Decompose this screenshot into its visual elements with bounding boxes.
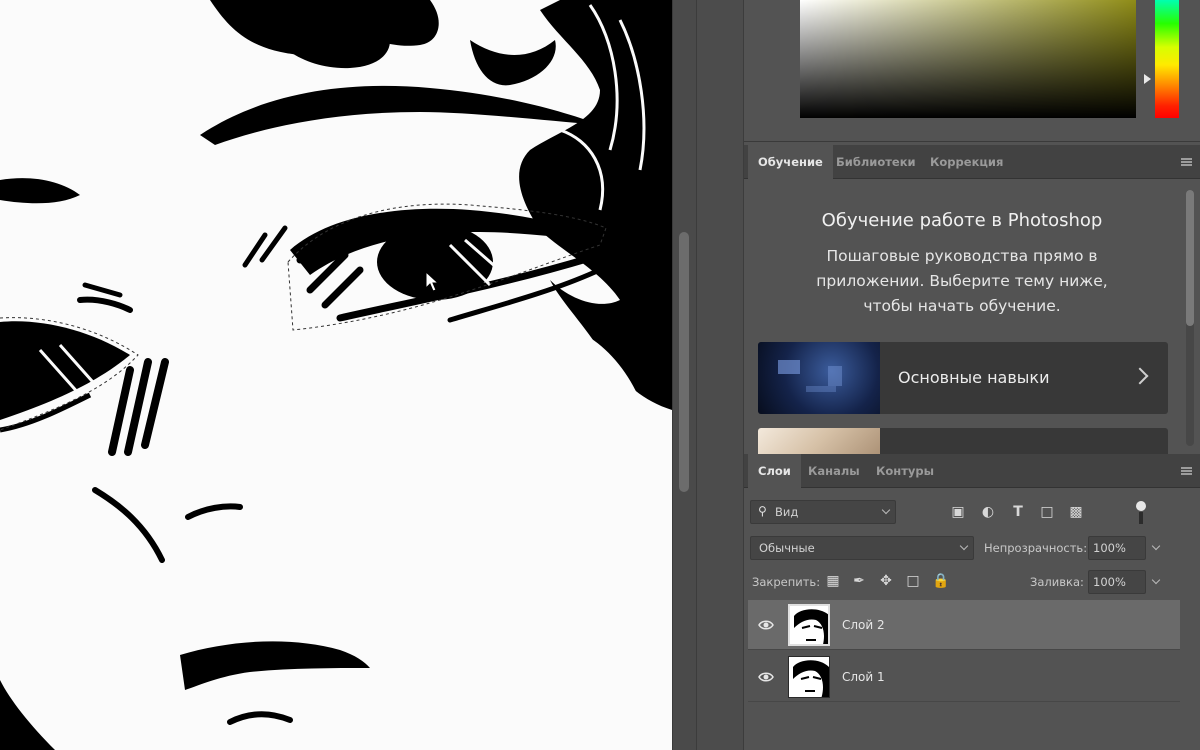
layer-name[interactable]: Слой 2	[842, 600, 885, 650]
lock-label: Закрепить:	[752, 575, 821, 589]
chevron-down-icon[interactable]	[1151, 541, 1161, 551]
course-thumbnail	[758, 428, 880, 454]
fill-input[interactable]: 100%	[1088, 570, 1161, 594]
search-icon: ⚲	[758, 504, 767, 518]
layer-filter-dropdown[interactable]: ⚲ Вид	[750, 500, 896, 524]
course-thumbnail	[758, 342, 880, 414]
tab-layers[interactable]: Слои	[748, 454, 801, 488]
chevron-down-icon	[959, 541, 969, 551]
adjustment-filter-icon[interactable]: ◐	[979, 503, 997, 521]
blend-mode-value: Обычные	[759, 541, 815, 555]
chevron-right-icon	[1131, 367, 1149, 385]
opacity-label: Непрозрачность:	[984, 541, 1088, 555]
collapsed-panel-dock	[696, 0, 744, 750]
tab-adjustments[interactable]: Коррекция	[920, 145, 1013, 179]
color-field[interactable]	[800, 0, 1136, 118]
tab-libraries[interactable]: Библиотеки	[826, 145, 926, 179]
image-filter-icon[interactable]: ▣	[949, 503, 967, 521]
document-canvas[interactable]	[0, 0, 672, 750]
filter-toggle-icon[interactable]	[1136, 501, 1146, 511]
manga-artwork	[0, 0, 672, 750]
layer-thumbnail	[788, 656, 830, 698]
opacity-value: 100%	[1093, 541, 1126, 555]
layer-name[interactable]: Слой 1	[842, 652, 885, 702]
hue-slider[interactable]	[1155, 0, 1179, 118]
panel-menu-icon[interactable]	[1181, 158, 1192, 166]
filter-toggle-track	[1139, 512, 1143, 524]
lock-all-icon[interactable]: 🔒	[932, 572, 950, 590]
color-panel	[744, 0, 1200, 142]
canvas-scrollbar-thumb[interactable]	[679, 232, 689, 492]
tab-learn[interactable]: Обучение	[748, 145, 833, 179]
layer-row[interactable]: Слой 2	[748, 600, 1180, 650]
course-card-next[interactable]	[758, 428, 1168, 454]
learn-scrollbar[interactable]	[1186, 190, 1194, 446]
learn-tabbar: Обучение Библиотеки Коррекция	[744, 145, 1200, 179]
shape-filter-icon[interactable]: □	[1038, 503, 1056, 521]
course-label: Основные навыки	[898, 368, 1050, 387]
learn-panel: Обучение работе в Photoshop Пошаговые ру…	[744, 184, 1200, 454]
eye-icon[interactable]	[758, 669, 774, 685]
right-panels: Обучение Библиотеки Коррекция Обучение р…	[744, 0, 1200, 750]
lock-transparent-icon[interactable]: ▦	[824, 572, 842, 590]
learn-description: Пошаговые руководства прямо в приложении…	[816, 247, 1108, 315]
opacity-input[interactable]: 100%	[1088, 536, 1161, 560]
type-filter-icon[interactable]: T	[1009, 503, 1027, 521]
panel-menu-icon[interactable]	[1181, 467, 1192, 475]
layer-row[interactable]: Слой 1	[748, 652, 1180, 702]
fill-label: Заливка:	[1030, 575, 1084, 589]
layers-panel: ⚲ Вид ▣ ◐ T □ ▩ Обычные Непрозрачность: …	[744, 488, 1200, 750]
tab-paths[interactable]: Контуры	[866, 454, 944, 488]
lock-position-icon[interactable]: ✥	[877, 572, 895, 590]
blend-mode-dropdown[interactable]: Обычные	[750, 536, 974, 560]
eye-icon[interactable]	[758, 617, 774, 633]
layer-filter-value: Вид	[775, 505, 799, 519]
course-card-basic-skills[interactable]: Основные навыки	[758, 342, 1168, 414]
learn-title: Обучение работе в Photoshop	[821, 210, 1103, 231]
hue-slider-handle[interactable]	[1144, 74, 1151, 84]
smart-object-filter-icon[interactable]: ▩	[1067, 503, 1085, 521]
canvas-scrollbar[interactable]	[672, 0, 696, 750]
learn-scrollbar-thumb[interactable]	[1186, 190, 1194, 326]
chevron-down-icon[interactable]	[1151, 575, 1161, 585]
layer-thumbnail	[788, 604, 830, 646]
tab-channels[interactable]: Каналы	[798, 454, 870, 488]
layers-tabbar: Слои Каналы Контуры	[744, 454, 1200, 488]
chevron-down-icon	[881, 505, 891, 515]
lock-artboard-icon[interactable]: □	[904, 572, 922, 590]
fill-value: 100%	[1093, 575, 1126, 589]
lock-paint-icon[interactable]: ✒	[850, 572, 868, 590]
